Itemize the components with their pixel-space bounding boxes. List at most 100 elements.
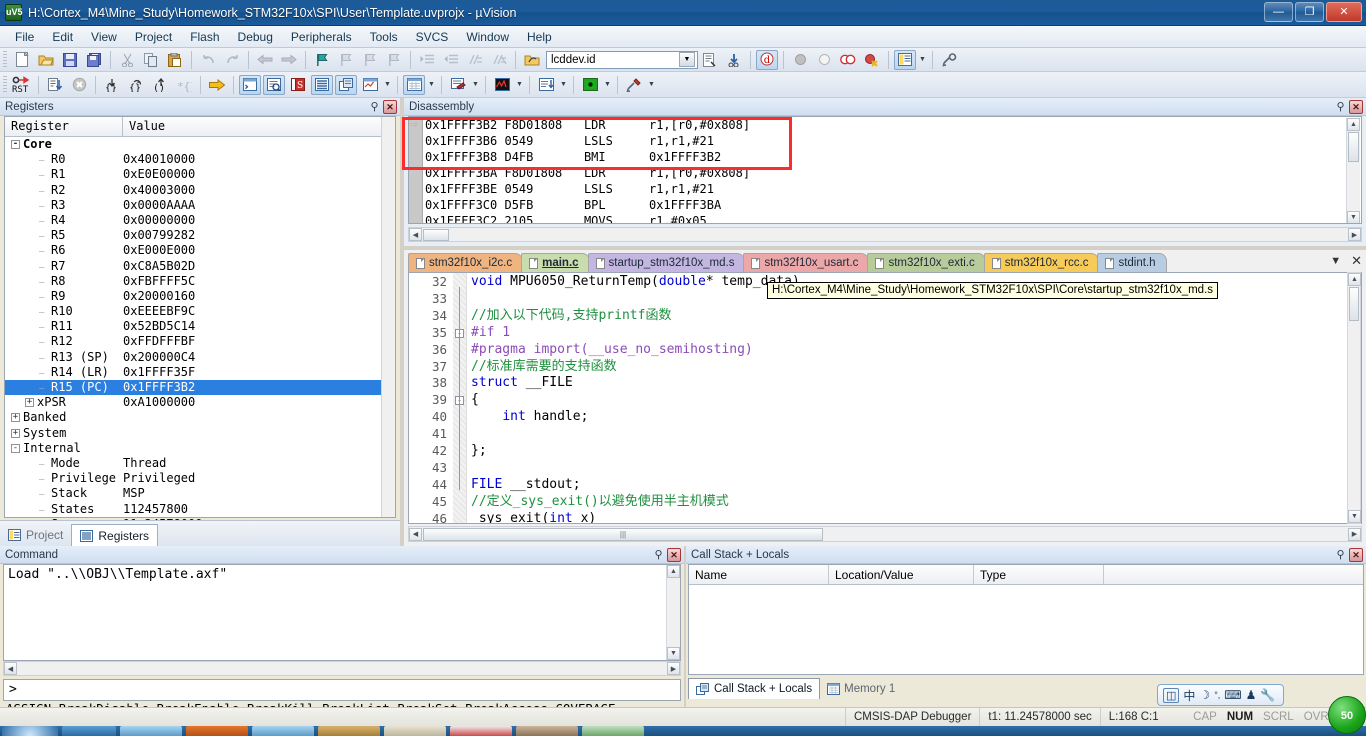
comment-lines-icon[interactable] [464, 50, 486, 70]
bookmark-clear-icon[interactable] [383, 50, 405, 70]
menu-item-peripherals[interactable]: Peripherals [282, 27, 361, 47]
code-line[interactable]: }; [471, 443, 487, 460]
ime-settings-wrench-icon[interactable]: 🔧 [1260, 688, 1275, 702]
taskbar-quicklaunch[interactable] [62, 726, 116, 736]
register-row[interactable]: – R12 0xFFDFFFBF [5, 334, 395, 349]
scroll-up-icon[interactable]: ▲ [1347, 118, 1360, 131]
breakpoint-empty-icon[interactable] [813, 50, 835, 70]
disassembly-line[interactable]: 0x1FFFF3BE 0549 LSLS r1,r1,#21 [409, 181, 1361, 197]
tab-call-stack-locals[interactable]: Call Stack + Locals [688, 678, 821, 699]
register-row[interactable]: - Core [5, 137, 395, 152]
registers-window-icon[interactable] [311, 74, 333, 95]
code-line[interactable]: //加入以下代码,支持printf函数 [471, 308, 671, 325]
save-all-icon[interactable] [83, 50, 105, 70]
register-row[interactable]: – R11 0x52BD5C14 [5, 319, 395, 334]
expand-toggle-icon[interactable]: + [11, 428, 20, 438]
uncomment-lines-icon[interactable] [488, 50, 510, 70]
taskbar-item-keil[interactable] [450, 726, 512, 736]
register-row[interactable]: – States 112457800 [5, 502, 395, 517]
chevron-down-icon[interactable]: ▼ [558, 75, 569, 95]
navigate-back-icon[interactable] [254, 50, 276, 70]
menu-item-project[interactable]: Project [126, 27, 181, 47]
register-row[interactable]: – R2 0x40003000 [5, 183, 395, 198]
chevron-down-icon[interactable]: ▼ [470, 75, 481, 95]
close-icon[interactable]: ✕ [1351, 253, 1362, 269]
find-combo[interactable]: ▼ [546, 50, 698, 69]
tab-project[interactable]: Project [0, 524, 71, 546]
register-row[interactable]: – R6 0xE000E000 [5, 243, 395, 258]
stop-icon[interactable] [68, 75, 90, 95]
scroll-left-icon[interactable]: ◀ [409, 527, 422, 541]
tab-registers[interactable]: Registers [71, 524, 159, 546]
editor-tab-stm32f10x-rcc-c[interactable]: stm32f10x_rcc.c [983, 253, 1100, 272]
editor-tab-stm32f10x-i2c-c[interactable]: stm32f10x_i2c.c [408, 253, 524, 272]
command-input[interactable]: > [3, 679, 681, 701]
breakpoints-disable-all-icon[interactable] [837, 50, 859, 70]
register-row[interactable]: – R1 0xE0E00000 [5, 167, 395, 182]
chevron-down-icon[interactable]: ▼ [679, 52, 695, 67]
scroll-left-icon[interactable]: ◀ [409, 228, 422, 241]
memory-window-icon[interactable] [403, 74, 425, 95]
step-over-icon[interactable]: {} [125, 75, 147, 95]
menu-item-window[interactable]: Window [457, 27, 518, 47]
register-row[interactable]: + System [5, 426, 395, 441]
menu-item-help[interactable]: Help [518, 27, 561, 47]
taskbar-item-explorer[interactable] [120, 726, 182, 736]
disassembly-hscrollbar[interactable]: ◀ ▶ [408, 227, 1362, 242]
editor-hscrollbar[interactable]: ◀ ||| ▶ [408, 526, 1362, 542]
scrollbar-thumb[interactable] [1349, 287, 1359, 321]
scrollbar-thumb[interactable] [423, 228, 449, 241]
code-line[interactable]: //定义_sys_exit()以避免使用半主机模式 [471, 494, 729, 511]
scrollbar-thumb[interactable] [1348, 132, 1359, 162]
project-window-icon[interactable] [894, 49, 916, 70]
callstack-window-icon[interactable] [335, 74, 357, 95]
command-output[interactable]: Load "..\\OBJ\\Template.axf" ▲ ▼ [3, 564, 681, 661]
redo-icon[interactable] [221, 50, 243, 70]
ime-keyboard-icon[interactable]: ⌨ [1224, 688, 1241, 702]
disassembly-window-icon[interactable] [263, 74, 285, 95]
editor-tab-stm32f10x-usart-c[interactable]: stm32f10x_usart.c [743, 253, 870, 272]
code-line[interactable]: struct __FILE [471, 375, 573, 392]
chevron-down-icon[interactable]: ▼ [1330, 255, 1341, 267]
symbols-window-icon[interactable]: S [287, 75, 309, 95]
pin-icon[interactable]: ⚲ [368, 100, 381, 113]
navigate-forward-icon[interactable] [278, 50, 300, 70]
code-line[interactable]: int handle; [471, 409, 588, 426]
scroll-left-icon[interactable]: ◀ [4, 662, 17, 675]
scroll-right-icon[interactable]: ▶ [1348, 228, 1361, 241]
chevron-down-icon[interactable]: ▼ [602, 75, 613, 95]
menu-item-debug[interactable]: Debug [229, 27, 282, 47]
debug-session-icon[interactable]: d [756, 49, 778, 70]
toolbar-grip[interactable] [3, 75, 7, 94]
register-row[interactable]: – R4 0x00000000 [5, 213, 395, 228]
run-icon[interactable] [44, 75, 66, 95]
register-row[interactable]: + xPSR 0xA1000000 [5, 395, 395, 410]
close-icon[interactable]: ✕ [667, 547, 681, 562]
indent-decrease-icon[interactable] [440, 50, 462, 70]
find-in-files-button-icon[interactable] [699, 50, 721, 70]
maximize-button[interactable]: ❐ [1295, 2, 1324, 22]
code-line[interactable]: //标准库需要的支持函数 [471, 359, 617, 376]
register-row[interactable]: – R3 0x0000AAAA [5, 198, 395, 213]
taskbar-item-chrome[interactable] [252, 726, 314, 736]
new-file-icon[interactable] [11, 50, 33, 70]
scroll-down-icon[interactable]: ▼ [1348, 510, 1361, 523]
minimize-button[interactable]: — [1264, 2, 1293, 22]
taskbar-start-orb[interactable] [2, 726, 58, 736]
code-line[interactable]: #if 1 [471, 325, 510, 342]
editor-tab-stm32f10x-exti-c[interactable]: stm32f10x_exti.c [867, 253, 986, 272]
step-into-icon[interactable]: {} [101, 75, 123, 95]
register-row[interactable]: – R8 0xFBFFFF5C [5, 274, 395, 289]
undo-icon[interactable] [197, 50, 219, 70]
register-row[interactable]: – R0 0x40010000 [5, 152, 395, 167]
close-icon[interactable]: ✕ [1349, 547, 1363, 562]
disassembly-line[interactable]: 0x1FFFF3C0 D5FB BPL 0x1FFFF3BA [409, 197, 1361, 213]
system-viewer-icon[interactable] [579, 75, 601, 95]
scroll-up-icon[interactable]: ▲ [1348, 273, 1361, 286]
register-row[interactable]: – Privilege Privileged [5, 471, 395, 486]
menu-item-flash[interactable]: Flash [181, 27, 228, 47]
run-to-cursor-icon[interactable]: *{} [173, 75, 195, 95]
trace-windows-icon[interactable] [359, 75, 381, 95]
debug-settings-icon[interactable] [623, 75, 645, 95]
editor-vscrollbar[interactable]: ▲ ▼ [1347, 272, 1361, 524]
